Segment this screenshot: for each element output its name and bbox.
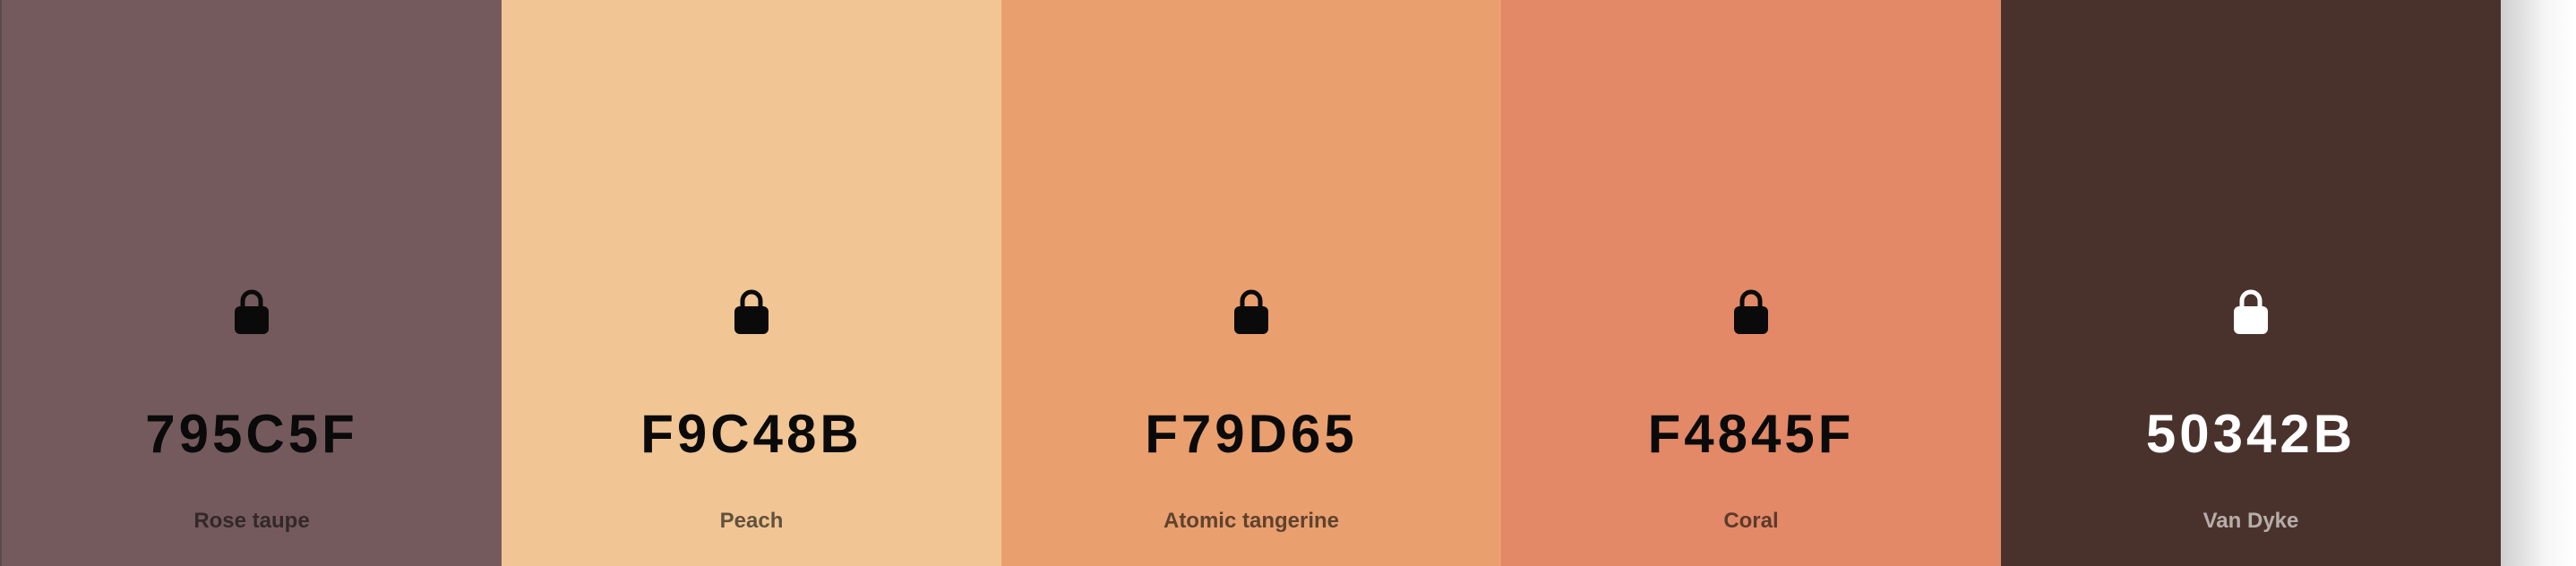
hex-code[interactable]: F9C48B: [502, 407, 1001, 461]
lock-icon[interactable]: [1233, 288, 1269, 335]
swatch-coral[interactable]: F4845F Coral: [1501, 0, 2001, 566]
hex-code[interactable]: F79D65: [1001, 407, 1501, 461]
lock-icon[interactable]: [1733, 288, 1769, 335]
color-name[interactable]: Rose taupe: [2, 510, 502, 532]
swatch-van-dyke[interactable]: 50342B Van Dyke: [2001, 0, 2501, 566]
page-margin: [2501, 0, 2576, 566]
color-palette: 795C5F Rose taupe F9C48B Peach F79D65 At…: [0, 0, 2501, 566]
color-name[interactable]: Coral: [1501, 510, 2001, 532]
hex-code[interactable]: F4845F: [1501, 407, 2001, 461]
swatch-atomic-tangerine[interactable]: F79D65 Atomic tangerine: [1001, 0, 1501, 566]
lock-icon[interactable]: [234, 288, 270, 335]
hex-code[interactable]: 795C5F: [2, 407, 502, 461]
color-name[interactable]: Atomic tangerine: [1001, 510, 1501, 532]
color-name[interactable]: Van Dyke: [2001, 510, 2501, 532]
hex-code[interactable]: 50342B: [2001, 407, 2501, 461]
swatch-rose-taupe[interactable]: 795C5F Rose taupe: [2, 0, 502, 566]
swatch-peach[interactable]: F9C48B Peach: [502, 0, 1001, 566]
lock-icon[interactable]: [2233, 288, 2269, 335]
lock-icon[interactable]: [734, 288, 769, 335]
color-name[interactable]: Peach: [502, 510, 1001, 532]
